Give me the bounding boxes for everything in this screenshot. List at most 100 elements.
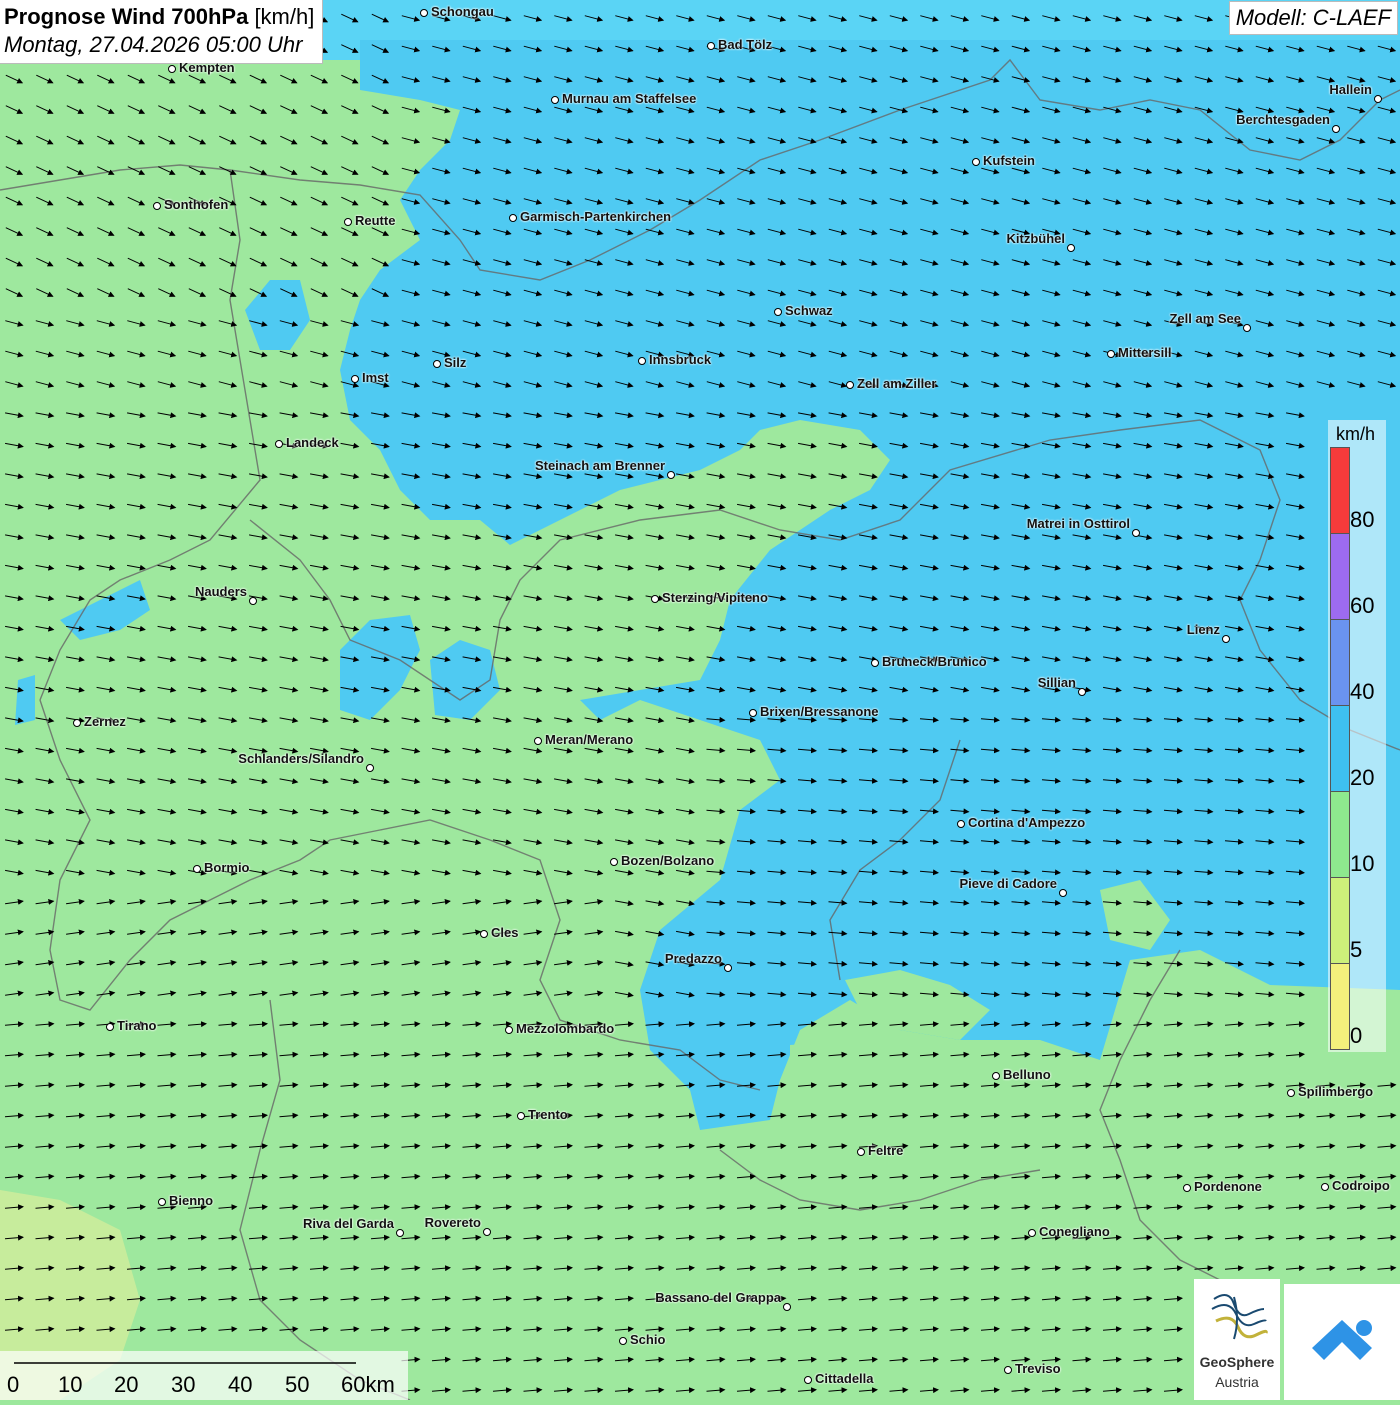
city-marker [1332,125,1340,133]
city-label: Hallein [1329,82,1372,97]
city-label: Cittadella [815,1371,874,1386]
city-label: Spilimbergo [1298,1084,1374,1099]
city-label: Cles [491,925,519,940]
city-marker [433,360,441,368]
city-marker [106,1023,114,1031]
legend-label: 10 [1350,851,1375,876]
city-marker [1321,1183,1329,1191]
city-label: Schlanders/Silandro [238,751,364,766]
city-marker [509,214,517,222]
city-label: Bormio [204,860,250,875]
city-label: Cortina d'Ampezzo [968,815,1086,830]
geosphere-subname: Austria [1215,1374,1259,1390]
city-label: Steinach am Brenner [534,458,665,473]
city-marker [846,381,854,389]
model-label: Modell: C-LAEF [1228,1,1398,35]
city-marker [1374,95,1382,103]
city-marker [1078,688,1086,696]
city-marker [366,764,374,772]
city-label: Lienz [1186,622,1220,637]
city-label: Zernez [84,714,126,729]
city-marker [420,9,428,17]
city-marker [73,719,81,727]
city-label: Riva del Garda [302,1216,394,1231]
city-label: Nauders [194,584,247,599]
city-label: Pordenone [1194,1179,1262,1194]
city-label: Trento [528,1107,568,1122]
city-label: Garmisch-Partenkirchen [520,209,672,224]
city-marker [957,820,965,828]
city-label: Schongau [431,4,494,19]
city-label: Feltre [868,1143,904,1158]
city-marker [804,1376,812,1384]
city-marker [1107,350,1115,358]
city-marker [483,1228,491,1236]
city-marker [857,1148,865,1156]
city-marker [534,737,542,745]
city-label: Bruneck/Brunico [882,654,987,669]
city-marker [871,659,879,667]
city-label: Meran/Merano [545,732,634,747]
city-marker [783,1303,791,1311]
city-marker [749,709,757,717]
city-marker [1132,529,1140,537]
city-marker [480,930,488,938]
scale-label: 40 [228,1372,253,1397]
city-label: Tirano [117,1018,157,1033]
city-label: Landeck [286,435,339,450]
legend-swatch [1330,705,1350,792]
scale-label: 0 [7,1372,20,1397]
city-label: Kitzbühel [1006,231,1066,246]
legend-unit: km/h [1336,424,1376,444]
city-marker [638,357,646,365]
city-marker [153,202,161,210]
city-label: Reutte [355,213,396,228]
city-label: Bad Tölz [718,37,773,52]
city-marker [707,42,715,50]
title-box: Prognose Wind 700hPa [km/h] Montag, 27.0… [0,0,324,64]
city-label: Sterzing/Vipiteno [662,590,768,605]
city-marker [1004,1366,1012,1374]
city-marker [1222,635,1230,643]
city-marker [610,858,618,866]
city-marker [651,595,659,603]
city-marker [1287,1089,1295,1097]
city-marker [972,158,980,166]
city-label: Murnau am Staffelsee [562,91,697,106]
city-marker [344,218,352,226]
city-marker [351,375,359,383]
city-label: Conegliano [1039,1224,1110,1239]
scale-label: 30 [171,1372,196,1397]
city-label: Bienno [169,1193,214,1208]
city-marker [249,597,257,605]
city-label: Matrei in Osttirol [1026,516,1130,531]
legend-swatch [1330,877,1350,964]
city-marker [551,96,559,104]
legend-label: 60 [1350,593,1375,618]
city-label: Silz [444,355,467,370]
city-label: Kufstein [983,153,1035,168]
legend-swatch [1330,533,1350,620]
city-label: Belluno [1003,1067,1051,1082]
city-label: Schio [630,1332,666,1347]
legend-label: 20 [1350,765,1375,790]
city-marker [619,1337,627,1345]
scale-label: 20 [114,1372,139,1397]
city-marker [774,308,782,316]
city-label: Codroipo [1332,1178,1390,1193]
geosphere-name: GeoSphere [1199,1354,1275,1370]
city-marker [517,1112,525,1120]
city-marker [396,1229,404,1237]
city-marker [168,65,176,73]
city-marker [1059,889,1067,897]
city-marker [724,964,732,972]
city-label: Berchtesgaden [1236,112,1330,127]
city-label: Schwaz [785,303,833,318]
city-label: Bassano del Grappa [655,1290,781,1305]
legend-label: 40 [1350,679,1375,704]
city-label: Kempten [179,60,235,75]
city-marker [193,865,201,873]
app-logo [1284,1284,1400,1400]
city-label: Rovereto [424,1215,481,1230]
city-marker [1243,324,1251,332]
